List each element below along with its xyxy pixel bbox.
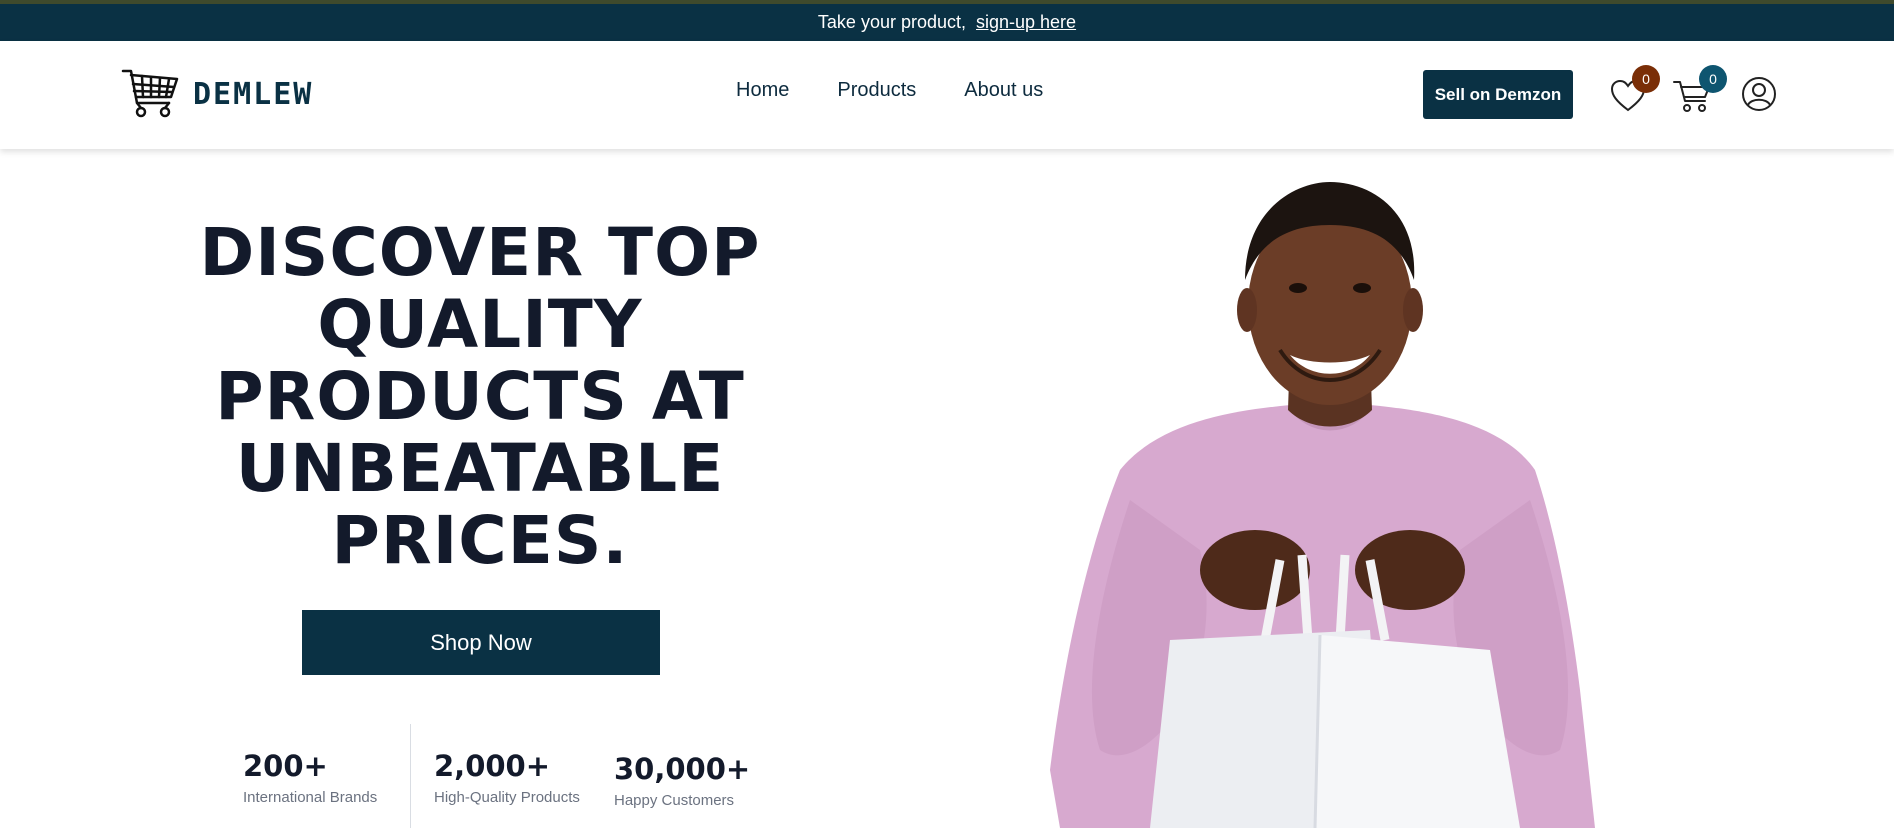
wishlist-count-badge: 0 xyxy=(1632,65,1660,93)
shopping-cart-icon xyxy=(121,69,179,118)
stat-value: 30,000+ xyxy=(614,752,751,786)
nav-products[interactable]: Products xyxy=(837,79,916,102)
shop-now-button[interactable]: Shop Now xyxy=(302,610,660,675)
stat-label: Happy Customers xyxy=(614,792,735,809)
stat-label: International Brands xyxy=(243,789,378,806)
stat-value: 200+ xyxy=(243,749,328,783)
sell-on-demzon-button[interactable]: Sell on Demzon xyxy=(1423,70,1573,119)
stat-brands: 200+ International Brands xyxy=(243,749,377,806)
nav-home[interactable]: Home xyxy=(736,79,789,102)
logo[interactable]: DEMLEW xyxy=(121,67,313,121)
cart-button[interactable]: 0 xyxy=(1673,65,1727,113)
wishlist-button[interactable]: 0 xyxy=(1610,65,1660,113)
nav-about-us[interactable]: About us xyxy=(964,79,1043,102)
hero-photo-shopper xyxy=(1050,182,1595,828)
stat-customers: 30,000+ Happy Customers xyxy=(614,752,750,809)
announcement-bar: Take your product, sign-up here xyxy=(0,0,1894,41)
hero-title: DISCOVER TOP QUALITY PRODUCTS AT UNBEATA… xyxy=(199,214,761,579)
stat-divider xyxy=(410,724,411,828)
header: DEMLEW Home Products About us Sell on De… xyxy=(0,41,1894,149)
stat-products: 2,000+ High-Quality Products xyxy=(434,749,580,806)
account-button[interactable] xyxy=(1741,76,1777,112)
announcement-text: Take your product, xyxy=(817,12,966,32)
cart-count-badge: 0 xyxy=(1699,65,1727,93)
stat-value: 2,000+ xyxy=(434,749,551,783)
main-nav: Home Products About us xyxy=(736,79,1091,102)
signup-link[interactable]: sign-up here xyxy=(976,12,1076,33)
user-icon xyxy=(1742,77,1776,111)
logo-wordmark: DEMLEW xyxy=(193,76,314,112)
stat-label: High-Quality Products xyxy=(434,789,580,806)
